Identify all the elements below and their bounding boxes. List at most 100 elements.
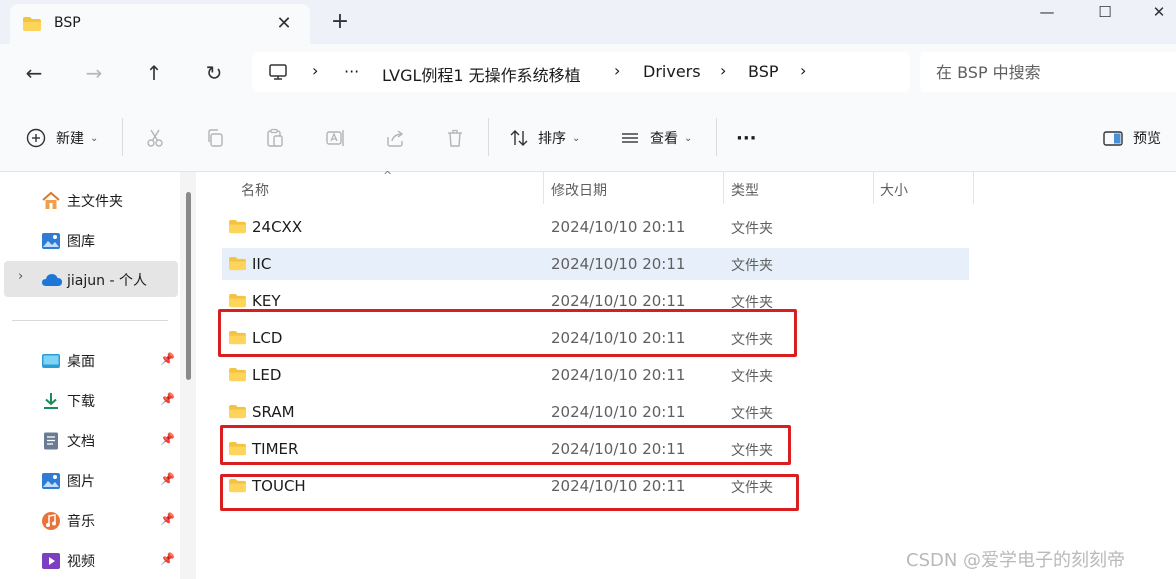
view-button[interactable]: 查看 ⌄ (618, 124, 692, 152)
file-modified: 2024/10/10 20:11 (551, 255, 686, 273)
column-divider[interactable] (973, 172, 974, 204)
file-type: 文件夹 (731, 406, 773, 422)
file-type: 文件夹 (731, 369, 773, 385)
sidebar-item-label: 下载 (67, 394, 95, 410)
download-icon (41, 391, 61, 411)
command-bar: 新建 ⌄ 排序 ⌄ 查看 ⌄ ··· 预览 (0, 102, 1176, 172)
sidebar-item-label: 音乐 (67, 514, 95, 530)
file-row[interactable]: LED 2024/10/10 20:11 文件夹 (222, 359, 969, 391)
breadcrumb-bsp[interactable]: BSP (748, 62, 779, 81)
breadcrumb-separator[interactable]: › (614, 61, 620, 80)
pin-icon[interactable]: 📌 (160, 432, 175, 446)
column-divider[interactable] (873, 172, 874, 204)
divider (716, 118, 717, 156)
sidebar-item-downloads[interactable]: 下载 📌 (0, 382, 178, 418)
pin-icon[interactable]: 📌 (160, 512, 175, 526)
sidebar-item-gallery[interactable]: 图库 (0, 222, 178, 258)
navigation-pane: 主文件夹 图库 › jiajun - 个人 桌面 📌 下载 📌 文档 📌 图片 … (0, 172, 196, 579)
new-label: 新建 (56, 131, 84, 147)
address-bar[interactable]: › ··· LVGL例程1 无操作系统移植 › Drivers › BSP › (252, 52, 910, 92)
pin-icon[interactable]: 📌 (160, 552, 175, 566)
chevron-right-icon[interactable]: › (18, 269, 23, 284)
delete-button[interactable] (443, 124, 467, 152)
refresh-button[interactable]: ↻ (198, 58, 230, 88)
close-button[interactable]: ✕ (1130, 0, 1176, 28)
sort-button[interactable]: 排序 ⌄ (507, 124, 580, 152)
sort-icon (507, 126, 531, 150)
column-header-modified[interactable]: 修改日期 (551, 180, 607, 200)
highlight-box-touch (220, 474, 799, 511)
pin-icon[interactable]: 📌 (160, 392, 175, 406)
breadcrumb-drivers[interactable]: Drivers (643, 62, 701, 81)
video-icon (41, 551, 61, 571)
document-icon (41, 431, 61, 451)
search-box[interactable] (920, 52, 1176, 92)
file-modified: 2024/10/10 20:11 (551, 292, 686, 310)
sidebar-item-videos[interactable]: 视频 📌 (0, 542, 178, 578)
column-divider[interactable] (543, 172, 544, 204)
column-header-size[interactable]: 大小 (880, 180, 908, 200)
sidebar-item-music[interactable]: 音乐 📌 (0, 502, 178, 538)
tab-close-icon[interactable]: ✕ (272, 12, 296, 36)
breadcrumb-separator[interactable]: › (720, 61, 726, 80)
minimize-button[interactable]: — (1018, 0, 1076, 28)
column-header-name[interactable]: 名称 (241, 180, 269, 200)
forward-button[interactable]: → (78, 58, 110, 88)
gallery-icon (41, 231, 61, 251)
breadcrumb-separator[interactable]: › (312, 61, 318, 80)
sidebar-item-desktop[interactable]: 桌面 📌 (0, 342, 178, 378)
column-header-type[interactable]: 类型 (731, 180, 759, 200)
preview-pane-icon (1101, 126, 1125, 150)
music-icon (41, 511, 61, 531)
desktop-icon (41, 351, 61, 371)
folder-icon (228, 404, 247, 423)
sidebar-item-onedrive[interactable]: › jiajun - 个人 (4, 261, 178, 297)
scissors-icon (143, 126, 167, 150)
sidebar-item-label: 图片 (67, 474, 95, 490)
share-button[interactable] (383, 124, 407, 152)
sidebar-item-label: 图库 (67, 234, 95, 250)
file-name: KEY (252, 292, 281, 310)
breadcrumb-overflow[interactable]: ··· (344, 62, 359, 81)
breadcrumb-separator[interactable]: › (800, 61, 806, 80)
rename-button[interactable] (323, 124, 347, 152)
sidebar-item-documents[interactable]: 文档 📌 (0, 422, 178, 458)
maximize-button[interactable]: ☐ (1076, 0, 1134, 28)
file-type: 文件夹 (731, 221, 773, 237)
file-list: ^ 名称 修改日期 类型 大小 24CXX 2024/10/10 20:11 文… (200, 169, 1176, 579)
up-button[interactable]: ↑ (138, 58, 170, 88)
computer-icon[interactable] (268, 62, 288, 86)
preview-button[interactable]: 预览 (1101, 124, 1161, 152)
pin-icon[interactable]: 📌 (160, 352, 175, 366)
file-name: LED (252, 366, 282, 384)
plus-circle-icon (24, 126, 48, 150)
new-tab-button[interactable]: + (326, 8, 354, 36)
file-row[interactable]: IIC 2024/10/10 20:11 文件夹 (222, 248, 969, 280)
sidebar-divider (12, 320, 168, 321)
file-name: IIC (252, 255, 272, 273)
home-icon (41, 191, 61, 211)
paste-button[interactable] (263, 124, 287, 152)
pin-icon[interactable]: 📌 (160, 472, 175, 486)
search-input[interactable] (936, 60, 1166, 84)
new-button[interactable]: 新建 ⌄ (24, 124, 98, 152)
column-divider[interactable] (723, 172, 724, 204)
sidebar-item-pictures[interactable]: 图片 📌 (0, 462, 178, 498)
sidebar-scrollbar-thumb[interactable] (186, 192, 191, 380)
breadcrumb-root[interactable]: LVGL例程1 无操作系统移植 (382, 62, 581, 86)
back-button[interactable]: ← (18, 58, 50, 88)
cut-button[interactable] (143, 124, 167, 152)
file-name: 24CXX (252, 218, 303, 236)
pictures-icon (41, 471, 61, 491)
rename-icon (323, 126, 347, 150)
sidebar-item-home[interactable]: 主文件夹 (0, 182, 178, 218)
copy-button[interactable] (203, 124, 227, 152)
folder-icon (228, 367, 247, 386)
sidebar-item-label: jiajun - 个人 (67, 273, 147, 289)
file-row[interactable]: SRAM 2024/10/10 20:11 文件夹 (222, 396, 969, 428)
chevron-down-icon: ⌄ (572, 132, 581, 144)
file-row[interactable]: 24CXX 2024/10/10 20:11 文件夹 (222, 211, 969, 243)
list-view-icon (618, 126, 642, 150)
tab-bsp[interactable]: BSP ✕ (10, 4, 310, 44)
more-options-button[interactable]: ··· (736, 124, 757, 152)
